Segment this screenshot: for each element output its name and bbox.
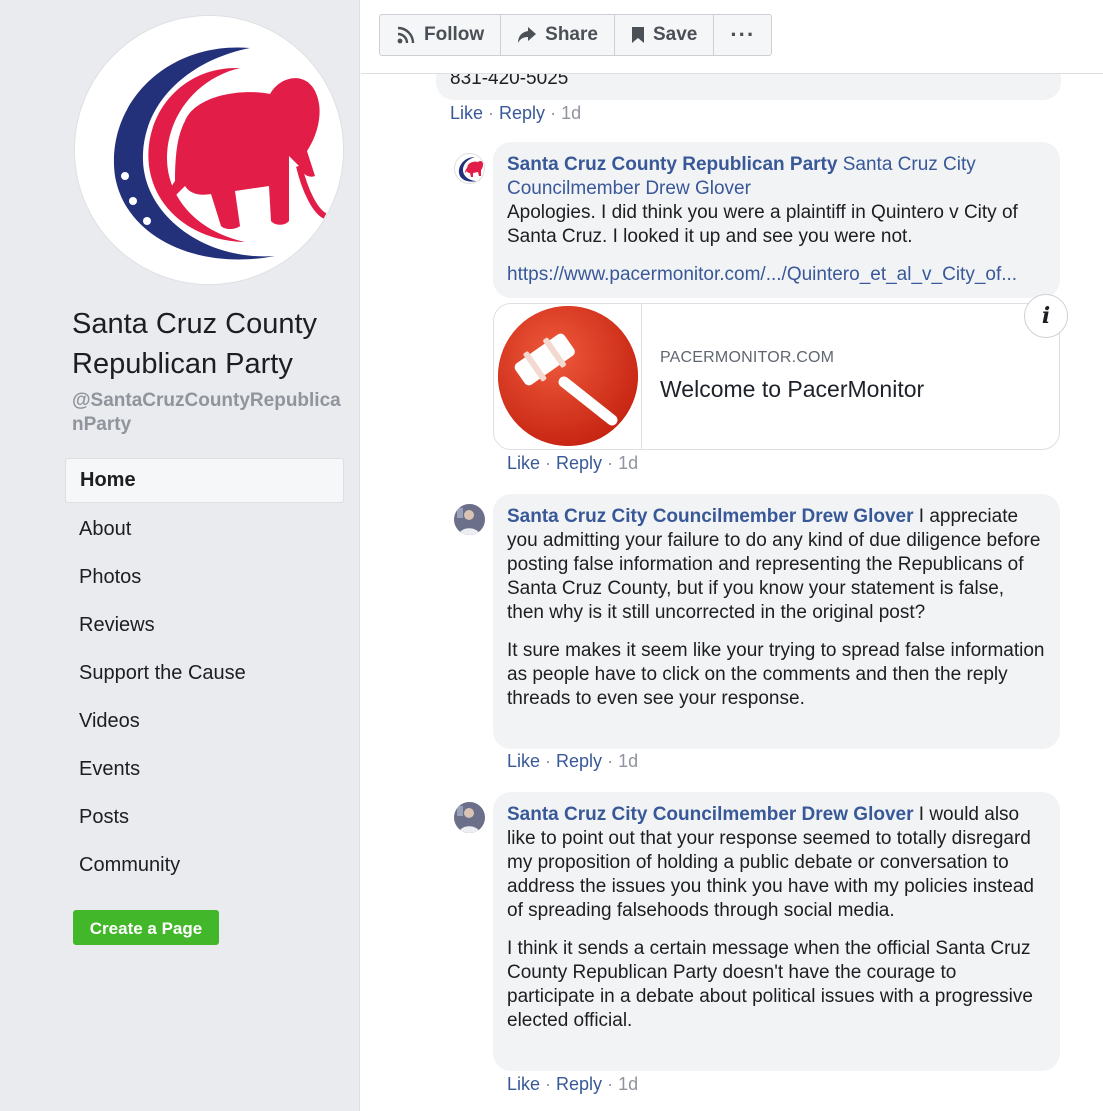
page-title[interactable]: Santa Cruz County Republican Party bbox=[72, 304, 352, 384]
previous-comment-actions: Like · Reply · 1d bbox=[450, 103, 582, 123]
comment-bubble: Santa Cruz County Republican Party Santa… bbox=[493, 142, 1060, 298]
reply-link[interactable]: Reply bbox=[499, 103, 545, 123]
comment-author[interactable]: Santa Cruz City Councilmember Drew Glove… bbox=[507, 804, 914, 825]
bookmark-icon bbox=[631, 27, 644, 43]
share-label: Share bbox=[545, 24, 598, 45]
gavel-icon bbox=[498, 306, 638, 446]
user-avatar[interactable] bbox=[454, 504, 485, 535]
link-preview-card[interactable]: PACERMONITOR.COM Welcome to PacerMonitor bbox=[493, 303, 1060, 450]
rss-icon bbox=[397, 26, 415, 44]
user-avatar[interactable] bbox=[454, 802, 485, 833]
comment-actions: Like · Reply · 1d bbox=[507, 453, 639, 473]
comments-area: 831-420-5025 Like · Reply · 1d Santa Cru… bbox=[361, 74, 1103, 1111]
like-link[interactable]: Like bbox=[507, 1074, 540, 1094]
action-button-group: Follow Share Save ··· bbox=[379, 14, 773, 56]
comment-timestamp[interactable]: 1d bbox=[618, 1074, 638, 1094]
nav-item-about[interactable]: About bbox=[65, 506, 344, 554]
comment-text: It sure makes it seem like your trying t… bbox=[507, 640, 1045, 709]
previous-comment-text: 831-420-5025 bbox=[450, 74, 569, 89]
preview-title: Welcome to PacerMonitor bbox=[660, 376, 925, 402]
nav-item-photos[interactable]: Photos bbox=[65, 554, 344, 602]
save-label: Save bbox=[652, 24, 698, 45]
page-profile-picture[interactable] bbox=[74, 15, 344, 285]
nav-item-posts[interactable]: Posts bbox=[65, 794, 344, 842]
more-options-button[interactable]: ··· bbox=[714, 15, 771, 55]
party-logo-icon bbox=[458, 157, 483, 182]
gavel-thumbnail bbox=[494, 304, 642, 449]
share-button[interactable]: Share bbox=[501, 15, 615, 55]
comment-bubble: Santa Cruz City Councilmember Drew Glove… bbox=[493, 494, 1060, 749]
follow-button[interactable]: Follow bbox=[380, 15, 502, 55]
share-arrow-icon bbox=[518, 27, 537, 43]
info-icon[interactable]: i bbox=[1024, 294, 1068, 338]
nav-item-community[interactable]: Community bbox=[65, 842, 344, 890]
comment-timestamp[interactable]: 1d bbox=[561, 103, 581, 123]
preview-domain: PACERMONITOR.COM bbox=[660, 349, 835, 366]
comment-text: I think it sends a certain message when … bbox=[507, 938, 1033, 1031]
comment-actions: Like · Reply · 1d bbox=[507, 751, 639, 771]
like-link[interactable]: Like bbox=[507, 751, 540, 771]
comment-author[interactable]: Santa Cruz City Councilmember Drew Glove… bbox=[507, 506, 914, 527]
page-action-bar: Follow Share Save ··· bbox=[361, 0, 1103, 74]
nav-item-support-the-cause[interactable]: Support the Cause bbox=[65, 650, 344, 698]
comment-author[interactable]: Santa Cruz County Republican Party bbox=[507, 154, 837, 175]
nav-item-videos[interactable]: Videos bbox=[65, 698, 344, 746]
page-sidebar: Santa Cruz County Republican Party @Sant… bbox=[0, 0, 360, 1111]
comment-text: Apologies. I did think you were a plaint… bbox=[507, 202, 1018, 247]
like-link[interactable]: Like bbox=[507, 453, 540, 473]
like-link[interactable]: Like bbox=[450, 103, 483, 123]
nav-item-home[interactable]: Home bbox=[65, 458, 344, 503]
comment-timestamp[interactable]: 1d bbox=[618, 453, 638, 473]
more-dots-icon: ··· bbox=[730, 22, 756, 47]
page-username[interactable]: @SantaCruzCountyRepublicanParty bbox=[72, 389, 352, 437]
comment-bubble: Santa Cruz City Councilmember Drew Glove… bbox=[493, 792, 1060, 1071]
comment-actions: Like · Reply · 1d bbox=[507, 1074, 639, 1094]
user-photo-icon bbox=[454, 802, 485, 833]
party-logo-icon bbox=[75, 16, 343, 284]
party-avatar[interactable] bbox=[454, 153, 485, 184]
follow-label: Follow bbox=[424, 24, 485, 45]
nav-item-events[interactable]: Events bbox=[65, 746, 344, 794]
reply-link[interactable]: Reply bbox=[556, 453, 602, 473]
reply-link[interactable]: Reply bbox=[556, 751, 602, 771]
comment-link[interactable]: https://www.pacermonitor.com/.../Quinter… bbox=[507, 263, 1046, 287]
nav-item-reviews[interactable]: Reviews bbox=[65, 602, 344, 650]
comment-timestamp[interactable]: 1d bbox=[618, 751, 638, 771]
create-page-button[interactable]: Create a Page bbox=[73, 910, 219, 945]
reply-link[interactable]: Reply bbox=[556, 1074, 602, 1094]
page-nav: Home About Photos Reviews Support the Ca… bbox=[65, 458, 344, 890]
user-photo-icon bbox=[454, 504, 485, 535]
save-button[interactable]: Save bbox=[615, 15, 715, 55]
